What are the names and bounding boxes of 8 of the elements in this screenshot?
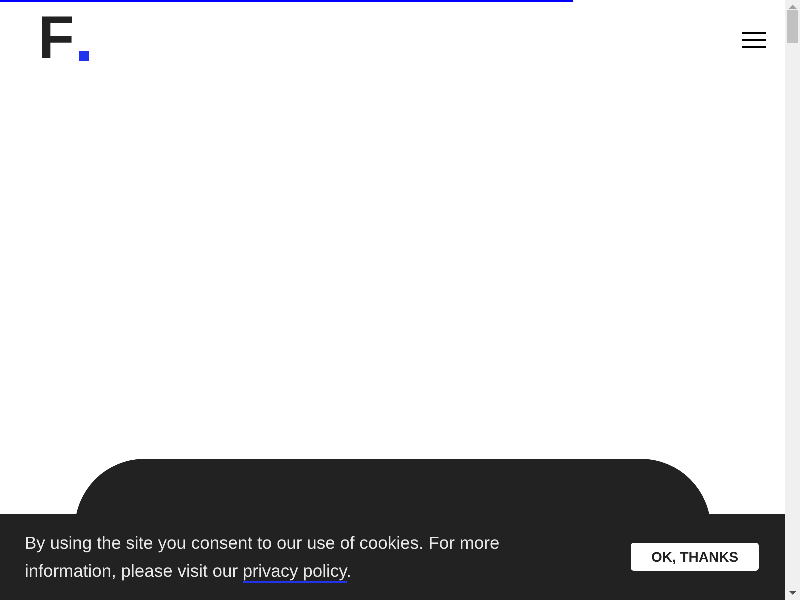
cookie-message: By using the site you consent to our use of cookies. For more information, please visit our privacy policy. bbox=[25, 532, 501, 585]
menu-icon[interactable] bbox=[742, 32, 766, 48]
privacy-policy-link[interactable]: privacy policy bbox=[242, 561, 347, 583]
scroll-down-icon[interactable] bbox=[788, 591, 796, 595]
scrollbar-thumb[interactable] bbox=[787, 10, 798, 43]
scrollbar[interactable] bbox=[785, 0, 800, 600]
ok-thanks-button[interactable]: OK, THANKS bbox=[631, 543, 759, 571]
logo[interactable]: F bbox=[38, 15, 89, 61]
